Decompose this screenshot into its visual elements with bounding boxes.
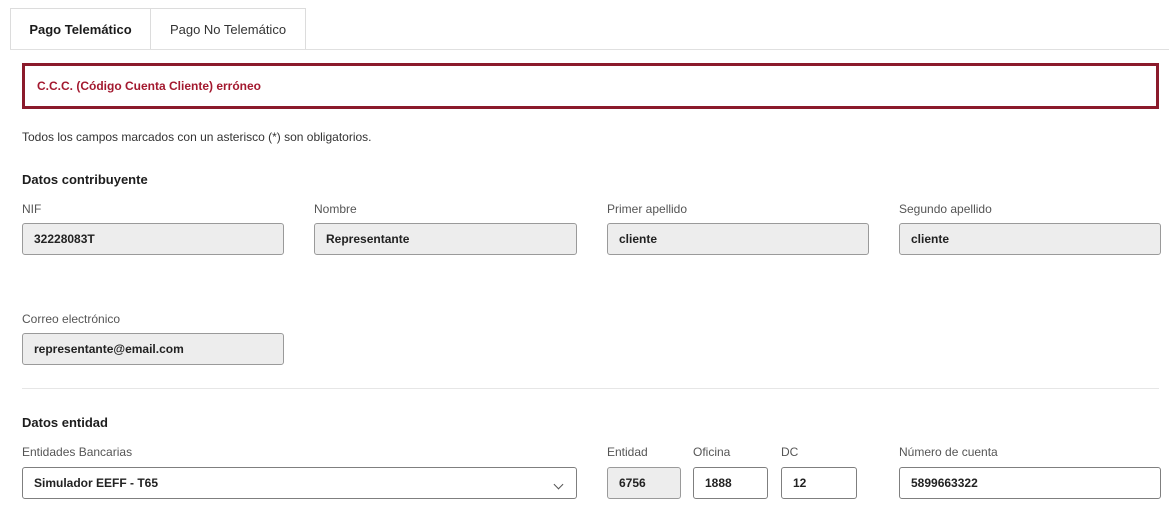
nif-label: NIF [22,202,42,216]
oficina-field[interactable]: 1888 [693,467,768,499]
error-message: C.C.C. (Código Cuenta Cliente) erróneo [37,79,262,93]
required-fields-note: Todos los campos marcados con un asteris… [22,130,372,144]
error-alert: C.C.C. (Código Cuenta Cliente) erróneo [22,63,1159,109]
numero-cuenta-field[interactable]: 5899663322 [899,467,1161,499]
dc-label: DC [781,445,799,459]
numero-cuenta-label: Número de cuenta [899,445,998,459]
nif-field[interactable]: 32228083T [22,223,284,255]
entidades-bancarias-select[interactable]: Simulador EEFF - T65 [22,467,577,499]
correo-label: Correo electrónico [22,312,121,326]
primer-apellido-field[interactable]: cliente [607,223,869,255]
nombre-field[interactable]: Representante [314,223,577,255]
primer-apellido-label: Primer apellido [607,202,688,216]
oficina-label: Oficina [693,445,731,459]
tab-divider [10,49,1169,50]
segundo-apellido-label: Segundo apellido [899,202,992,216]
tab-pago-telematico[interactable]: Pago Telemático [10,8,151,50]
correo-field[interactable]: representante@email.com [22,333,284,365]
entidades-bancarias-label: Entidades Bancarias [22,445,133,459]
segundo-apellido-field[interactable]: cliente [899,223,1161,255]
section-title-contribuyente: Datos contribuyente [22,172,148,187]
payment-tabs: Pago Telemático Pago No Telemático [10,8,306,50]
section-title-entidad: Datos entidad [22,415,108,430]
entidad-field[interactable]: 6756 [607,467,681,499]
entidades-bancarias-selected: Simulador EEFF - T65 [34,476,159,490]
dc-field[interactable]: 12 [781,467,857,499]
nombre-label: Nombre [314,202,357,216]
chevron-down-icon [553,479,564,490]
section-divider [22,388,1159,389]
entidad-label: Entidad [607,445,648,459]
tab-pago-no-telematico[interactable]: Pago No Telemático [151,8,306,50]
